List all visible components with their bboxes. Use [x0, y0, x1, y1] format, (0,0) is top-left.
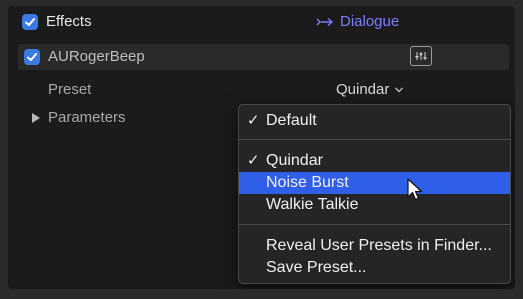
plugin-settings-button[interactable] [410, 46, 432, 66]
plugin-name: AURogerBeep [48, 48, 145, 65]
plugin-enable-checkbox[interactable] [24, 49, 40, 65]
parameters-label: Parameters [48, 109, 126, 126]
plugin-row: AURogerBeep [18, 44, 509, 70]
preset-value: Quindar [336, 81, 390, 98]
menu-item-quindar[interactable]: ✓ Quindar [239, 150, 510, 172]
preset-row: Preset Quindar [8, 78, 515, 102]
preset-menu: ✓ Default ✓ Quindar Noise Burst Walkie T… [238, 104, 511, 284]
dialogue-role-link[interactable]: Dialogue [316, 10, 399, 34]
chevron-down-icon [395, 87, 404, 93]
check-icon: ✓ [247, 152, 260, 169]
preset-popup[interactable]: Quindar [336, 78, 404, 102]
menu-item-label: Save Preset... [266, 259, 367, 276]
checkmark-icon [25, 18, 35, 26]
menu-item-label: Reveal User Presets in Finder... [266, 237, 492, 254]
menu-item-label: Walkie Talkie [266, 196, 359, 213]
role-arrow-icon [316, 17, 334, 27]
menu-item-label: Default [266, 112, 317, 129]
check-icon: ✓ [247, 112, 260, 129]
menu-item-save-preset[interactable]: Save Preset... [239, 257, 510, 279]
effects-label: Effects [46, 13, 92, 30]
effects-checkbox[interactable] [22, 14, 38, 30]
menu-item-reveal-presets[interactable]: Reveal User Presets in Finder... [239, 235, 510, 257]
disclosure-triangle-icon[interactable] [32, 113, 40, 123]
mouse-pointer-icon [407, 178, 423, 201]
effects-header-row: Effects Dialogue [8, 10, 515, 34]
inspector-panel: Effects Dialogue AURogerBeep Preset Quin… [8, 6, 515, 289]
preset-label: Preset [48, 81, 92, 98]
menu-item-default[interactable]: ✓ Default [239, 110, 510, 132]
checkmark-icon [27, 53, 37, 61]
dialogue-label: Dialogue [340, 13, 400, 30]
menu-item-label: Noise Burst [266, 174, 349, 191]
menu-item-label: Quindar [266, 152, 323, 169]
menu-separator [239, 139, 510, 140]
menu-item-walkie-talkie[interactable]: Walkie Talkie [239, 194, 510, 216]
sliders-icon [415, 52, 427, 60]
menu-separator [239, 224, 510, 225]
menu-item-noise-burst[interactable]: Noise Burst [239, 172, 510, 194]
